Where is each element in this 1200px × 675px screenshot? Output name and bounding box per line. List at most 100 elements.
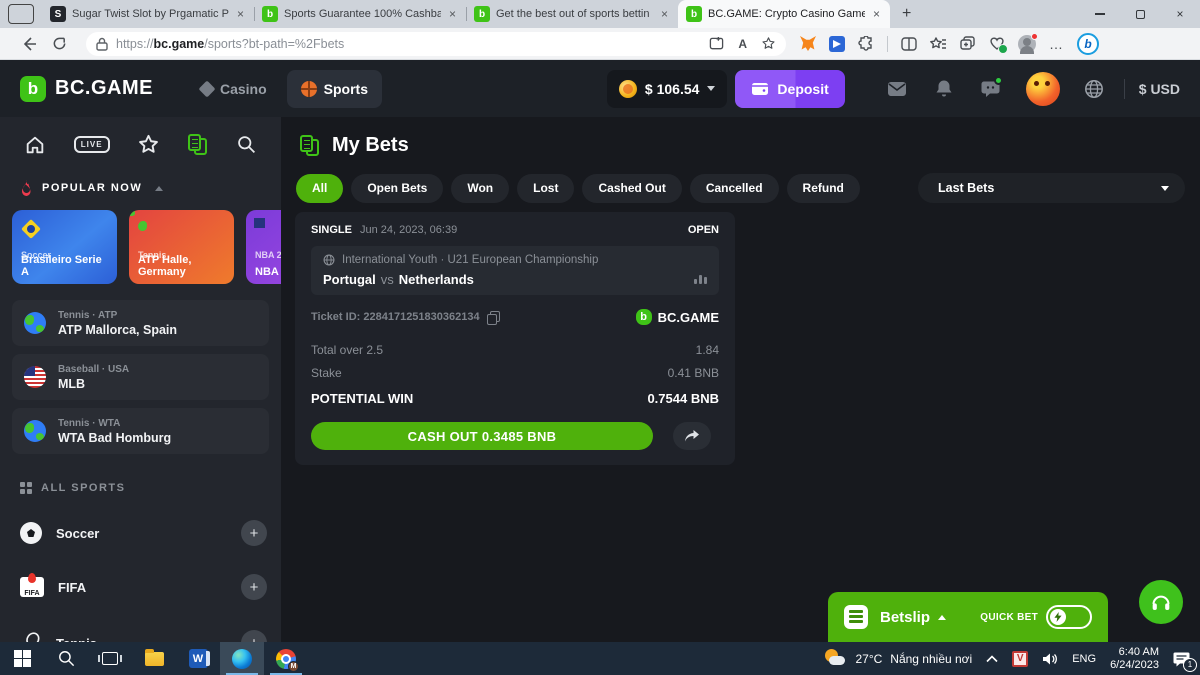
search-icon[interactable] [236, 134, 257, 155]
chat-icon[interactable] [981, 80, 1000, 98]
tab-favicon: b [474, 6, 490, 22]
collections-icon[interactable] [960, 36, 976, 51]
quick-bet-toggle[interactable] [1046, 605, 1092, 629]
user-avatar[interactable] [1026, 72, 1060, 106]
balance-selector[interactable]: $ 106.54 [607, 70, 728, 108]
sport-name: FIFA [58, 580, 227, 595]
split-screen-icon[interactable] [901, 37, 917, 51]
tab-actions-icon[interactable] [8, 4, 34, 24]
sidebar-item-soccer[interactable]: Soccer + [0, 510, 281, 556]
mail-icon[interactable] [887, 81, 907, 97]
new-tab-button[interactable]: + [890, 5, 923, 23]
betslip-bar[interactable]: Betslip QUICK BET [828, 592, 1108, 642]
bing-chat-icon[interactable]: b [1077, 33, 1099, 55]
tray-chevron-icon[interactable] [986, 655, 998, 663]
start-button[interactable] [0, 642, 44, 675]
filter-lost[interactable]: Lost [517, 174, 574, 203]
filter-open-bets[interactable]: Open Bets [351, 174, 443, 203]
popular-card-atp-halle[interactable]: Tennis ATP Halle, Germany [129, 210, 234, 284]
weather-widget[interactable]: 27°C Nắng nhiều nơi [823, 649, 972, 669]
home-icon[interactable] [24, 134, 46, 156]
tray-app-icon[interactable]: V [1012, 651, 1028, 667]
filter-all[interactable]: All [296, 174, 343, 203]
window-minimize-button[interactable] [1080, 0, 1120, 28]
expand-fifa-button[interactable]: + [241, 574, 267, 600]
language-globe-icon[interactable] [1084, 79, 1104, 99]
expand-tennis-button[interactable]: + [241, 630, 267, 642]
tab-close-icon[interactable]: × [871, 7, 882, 21]
refresh-icon[interactable] [44, 31, 74, 57]
metamask-icon[interactable] [800, 36, 816, 51]
browser-tab-2[interactable]: b Sports Guarantee 100% Cashbac × [254, 0, 466, 28]
browser-menu-icon[interactable]: … [1049, 36, 1064, 52]
browser-tab-strip: S Sugar Twist Slot by Prgamatic Pla × b … [0, 0, 1200, 28]
nav-tab-casino[interactable]: Casino [187, 70, 281, 108]
filter-cancelled[interactable]: Cancelled [690, 174, 779, 203]
browser-tab-4-active[interactable]: b BC.GAME: Crypto Casino Games × [678, 0, 890, 28]
tab-close-icon[interactable]: × [447, 7, 458, 21]
favorite-star-icon[interactable] [761, 36, 776, 51]
sort-dropdown[interactable]: Last Bets [918, 173, 1185, 203]
taskbar-search-icon[interactable] [44, 642, 88, 675]
filter-won[interactable]: Won [451, 174, 509, 203]
browser-tab-1[interactable]: S Sugar Twist Slot by Prgamatic Pla × [42, 0, 254, 28]
word-icon[interactable]: W [176, 642, 220, 675]
sidebar-item-fifa[interactable]: FIFA FIFA + [0, 564, 281, 610]
league-item-mlb[interactable]: Baseball · USA MLB [12, 354, 269, 400]
share-button[interactable] [673, 422, 711, 450]
window-maximize-button[interactable] [1120, 0, 1160, 28]
nav-tab-sports[interactable]: Sports [287, 70, 382, 108]
copy-icon[interactable] [487, 311, 499, 323]
language-indicator[interactable]: ENG [1072, 653, 1096, 665]
filter-cashed-out[interactable]: Cashed Out [582, 174, 681, 203]
volume-icon[interactable] [1042, 652, 1058, 666]
browser-essentials-icon[interactable] [989, 36, 1005, 51]
flame-icon [20, 180, 33, 196]
sidebar-item-tennis[interactable]: Tennis + [0, 620, 281, 642]
currency-selector[interactable]: $ USD [1139, 81, 1180, 97]
league-item-atp-mallorca[interactable]: Tennis · ATP ATP Mallorca, Spain [12, 300, 269, 346]
popular-card-brasileiro[interactable]: Soccer Brasileiro Serie A [12, 210, 117, 284]
wallet-extension-icon[interactable] [829, 36, 845, 52]
support-headset-button[interactable] [1139, 580, 1183, 624]
live-icon[interactable]: LIVE [74, 136, 110, 153]
favorites-bar-icon[interactable] [930, 36, 947, 51]
address-bar[interactable]: https://bc.game/sports?bt-path=%2Fbets A [86, 32, 786, 56]
league-name: MLB [58, 377, 129, 391]
bcgame-logo-icon[interactable]: b [20, 76, 46, 102]
site-logo-text[interactable]: BC.GAME [55, 77, 153, 100]
edge-taskbar-icon[interactable] [220, 642, 264, 675]
league-item-wta-bad-homburg[interactable]: Tennis · WTA WTA Bad Homburg [12, 408, 269, 454]
profile-avatar-icon[interactable] [1018, 35, 1036, 53]
extension-icon[interactable] [858, 36, 874, 52]
popular-card-nba[interactable]: NBA 2 NBA [246, 210, 281, 284]
task-view-icon[interactable] [88, 642, 132, 675]
stats-bars-icon[interactable] [694, 275, 707, 284]
my-bets-icon[interactable] [188, 134, 208, 156]
bcgame-logo-icon: b [636, 309, 652, 325]
back-icon[interactable] [14, 31, 44, 57]
action-center-icon[interactable]: 1 [1173, 651, 1190, 667]
expand-soccer-button[interactable]: + [241, 520, 267, 546]
taskbar-clock[interactable]: 6:40 AM 6/24/2023 [1110, 646, 1159, 672]
notifications-bell-icon[interactable] [935, 79, 953, 98]
tab-close-icon[interactable]: × [235, 7, 246, 21]
split-window-icon[interactable] [709, 36, 724, 51]
window-close-button[interactable]: × [1160, 0, 1200, 28]
deposit-button[interactable]: Deposit [735, 70, 844, 108]
filter-refund[interactable]: Refund [787, 174, 860, 203]
read-aloud-icon[interactable]: A [738, 37, 747, 51]
all-sports-label: ALL SPORTS [41, 482, 125, 494]
popular-now-header[interactable]: POPULAR NOW [0, 170, 281, 206]
my-bets-icon [300, 135, 320, 157]
brand-text: BC.GAME [658, 310, 719, 325]
file-explorer-icon[interactable] [132, 642, 176, 675]
cash-out-button[interactable]: CASH OUT 0.3485 BNB [311, 422, 653, 450]
favorites-star-icon[interactable] [137, 133, 160, 156]
browser-tab-3[interactable]: b Get the best out of sports bettin × [466, 0, 678, 28]
match-panel[interactable]: International Youth · U21 European Champ… [311, 246, 719, 295]
taskbar-tray: 27°C Nắng nhiều nơi V ENG 6:40 AM 6/24/2… [823, 642, 1200, 675]
bet-status-badge: OPEN [688, 224, 719, 236]
chrome-taskbar-icon[interactable]: M [264, 642, 308, 675]
tab-close-icon[interactable]: × [659, 7, 670, 21]
